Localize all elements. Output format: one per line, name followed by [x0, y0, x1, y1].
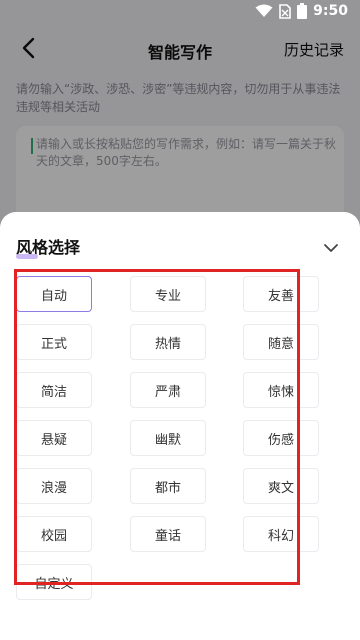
battery-icon: [297, 3, 308, 19]
style-option[interactable]: 童话: [130, 516, 206, 552]
style-option[interactable]: 幽默: [130, 420, 206, 456]
style-option[interactable]: 严肃: [130, 372, 206, 408]
style-option[interactable]: 自动: [16, 276, 92, 312]
no-sim-icon: [279, 3, 291, 19]
wifi-icon: [255, 4, 273, 18]
style-option[interactable]: 科幻: [243, 516, 319, 552]
status-time: 9:50: [313, 3, 348, 19]
style-option[interactable]: 热情: [130, 324, 206, 360]
style-option[interactable]: 正式: [16, 324, 92, 360]
style-option[interactable]: 惊悚: [243, 372, 319, 408]
style-option[interactable]: 简洁: [16, 372, 92, 408]
style-selection-sheet: 风格选择 自动 专业 友善 正式 热情 随意 简洁 严肃 惊悚 悬疑 幽默 伤感 浪漫 都市 爽文 校园 童话科…: [0, 212, 360, 640]
style-option[interactable]: 都市: [130, 468, 206, 504]
style-option[interactable]: 悬疑: [16, 420, 92, 456]
style-option[interactable]: 校园: [16, 516, 92, 552]
style-option[interactable]: 专业: [130, 276, 206, 312]
style-option[interactable]: 自定义: [16, 564, 92, 600]
status-bar: 9:50: [0, 0, 360, 24]
style-option[interactable]: 伤感: [243, 420, 319, 456]
style-option[interactable]: 随意: [243, 324, 319, 360]
style-grid: 自动 专业 友善正式 热情 随意简洁 严肃 惊悚悬疑 幽默 伤感浪漫 都市 爽文校园 童话 科幻自定义: [0, 212, 360, 640]
style-option[interactable]: 爽文: [243, 468, 319, 504]
style-option[interactable]: 友善: [243, 276, 319, 312]
style-option[interactable]: 浪漫: [16, 468, 92, 504]
